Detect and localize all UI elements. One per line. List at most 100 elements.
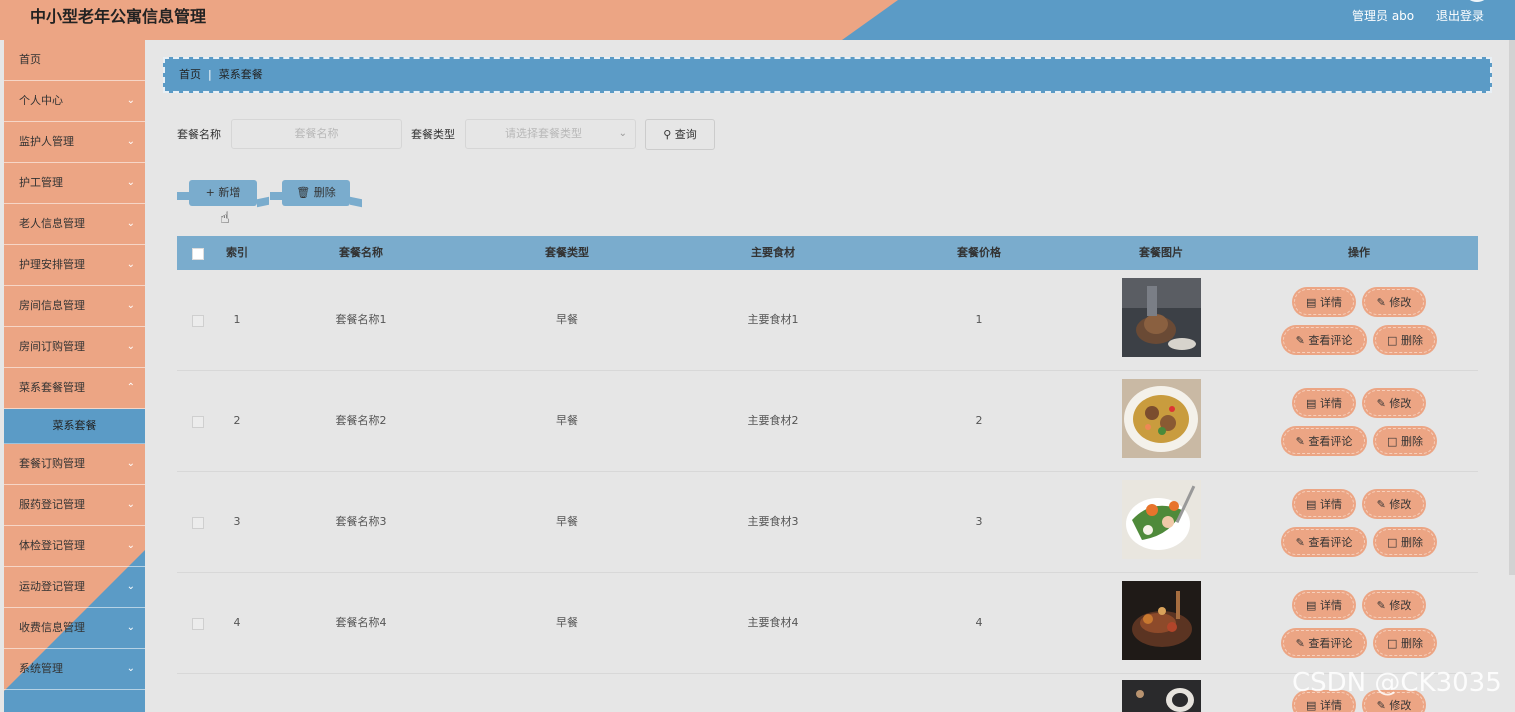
column-header-actions: 操作 [1348,246,1370,259]
row-delete-button[interactable]: □ 删除 [1375,327,1435,353]
logout-link[interactable]: 退出登录 [1436,8,1484,24]
chevron-down-icon: ⌄ [126,259,135,270]
sidebar-item-system[interactable]: 系统管理 ⌄ [4,649,145,690]
sidebar-item-label: 系统管理 [19,662,63,675]
scrollbar[interactable] [1509,40,1515,575]
chevron-down-icon: ⌄ [126,136,135,147]
detail-button-label: 详情 [1319,599,1342,612]
pencil-icon: ✎ [1295,435,1305,448]
detail-button[interactable]: ▤ 详情 [1294,592,1354,618]
cell-type: 早餐 [556,414,578,427]
detail-button[interactable]: ▤ 详情 [1294,491,1354,517]
sidebar-item-care-schedule[interactable]: 护理安排管理 ⌄ [4,245,145,286]
detail-button-label: 详情 [1319,397,1342,410]
edit-button-label: 修改 [1389,498,1412,511]
sidebar-item-guardian[interactable]: 监护人管理 ⌄ [4,122,145,163]
detail-button[interactable]: ▤ 详情 [1294,289,1354,315]
table-row: ▤ 详情 ✎ 修改 [177,674,1478,712]
trash-icon: □ [1387,334,1398,347]
sidebar-item-label: 收费信息管理 [19,621,85,634]
row-delete-button-label: 删除 [1400,536,1423,549]
breadcrumb-current: 菜系套餐 [218,68,263,81]
row-delete-button[interactable]: □ 删除 [1375,630,1435,656]
chevron-down-icon: ⌄ [126,341,135,352]
sidebar-item-elder-info[interactable]: 老人信息管理 ⌄ [4,204,145,245]
view-comments-button[interactable]: ✎ 查看评论 [1283,529,1365,555]
query-button[interactable]: ⚲ 查询 [645,119,715,150]
row-delete-button[interactable]: □ 删除 [1375,529,1435,555]
row-checkbox[interactable] [192,517,204,529]
sidebar-item-meal-package[interactable]: 菜系套餐管理 ⌃ [4,368,145,409]
edit-button[interactable]: ✎ 修改 [1364,289,1424,315]
edit-button-label: 修改 [1389,296,1412,309]
pencil-icon: ✎ [1295,637,1305,650]
meal-image [1122,680,1201,712]
cell-type: 早餐 [556,616,578,629]
package-name-input[interactable]: 套餐名称 [231,119,402,149]
pencil-icon: ✎ [1376,699,1386,712]
meal-image [1122,379,1201,458]
cell-price: 4 [975,616,983,629]
chevron-down-icon: ⌄ [126,540,135,551]
detail-button-label: 详情 [1319,699,1342,712]
row-checkbox[interactable] [192,618,204,630]
pencil-icon: ✎ [1295,536,1305,549]
row-checkbox[interactable] [192,315,204,327]
sidebar-item-caregiver[interactable]: 护工管理 ⌄ [4,163,145,204]
edit-button[interactable]: ✎ 修改 [1364,390,1424,416]
select-all-checkbox[interactable] [192,248,204,260]
sidebar-subitem-meal-package[interactable]: 菜系套餐 [4,409,145,444]
row-delete-button[interactable]: □ 删除 [1375,428,1435,454]
sidebar-item-room-order[interactable]: 房间订购管理 ⌄ [4,327,145,368]
sidebar-item-label: 护理安排管理 [19,258,85,271]
trash-icon: 🗑 [296,186,311,199]
sidebar-item-checkup[interactable]: 体检登记管理 ⌄ [4,526,145,567]
detail-button[interactable]: ▤ 详情 [1294,390,1354,416]
sidebar-item-personal-center[interactable]: 个人中心 ⌄ [4,81,145,122]
cell-index: 2 [233,414,241,427]
view-comments-button[interactable]: ✎ 查看评论 [1283,630,1365,656]
row-checkbox[interactable] [192,416,204,428]
sidebar-item-home[interactable]: 首页 [4,40,145,81]
edit-button[interactable]: ✎ 修改 [1364,592,1424,618]
column-header-index: 索引 [226,246,248,259]
edit-button-label: 修改 [1389,397,1412,410]
cell-ingredients: 主要食材1 [747,313,799,326]
column-header-name: 套餐名称 [339,246,383,259]
sidebar-menu: 首页 个人中心 ⌄ 监护人管理 ⌄ 护工管理 ⌄ 老人信息管理 ⌄ 护理安排管理 ⌄ 房间… [4,40,145,690]
cell-index: 3 [233,515,241,528]
edit-button[interactable]: ✎ 修改 [1364,491,1424,517]
sidebar-item-label: 运动登记管理 [19,580,85,593]
breadcrumb-separator: | [208,68,212,81]
chevron-down-icon: ⌄ [126,95,135,106]
sidebar-item-billing[interactable]: 收费信息管理 ⌄ [4,608,145,649]
package-type-select[interactable]: 请选择套餐类型 ⌄ [465,119,636,149]
sidebar-item-label: 首页 [19,53,41,66]
view-comments-button[interactable]: ✎ 查看评论 [1283,327,1365,353]
top-header: 中小型老年公寓信息管理 管理员 abo 退出登录 [0,0,1515,40]
sidebar-item-room-info[interactable]: 房间信息管理 ⌄ [4,286,145,327]
pointer-cursor-icon: ☝ [220,208,230,227]
chevron-down-icon: ⌄ [126,581,135,592]
cell-price: 2 [975,414,983,427]
watermark: CSDN @CK3035 [1292,668,1502,698]
header-background [0,0,898,40]
sidebar-item-medication[interactable]: 服药登记管理 ⌄ [4,485,145,526]
detail-button-label: 详情 [1319,498,1342,511]
row-delete-button-label: 删除 [1400,637,1423,650]
cell-ingredients: 主要食材4 [747,616,799,629]
package-type-placeholder: 请选择套餐类型 [505,127,582,140]
app-title: 中小型老年公寓信息管理 [30,7,207,26]
row-delete-button-label: 删除 [1400,435,1423,448]
cell-type: 早餐 [556,515,578,528]
delete-button[interactable]: 🗑 删除 [282,180,350,206]
sidebar-item-label: 房间信息管理 [19,299,85,312]
breadcrumb-home[interactable]: 首页 [179,68,201,81]
view-comments-button[interactable]: ✎ 查看评论 [1283,428,1365,454]
row-delete-button-label: 删除 [1400,334,1423,347]
add-button[interactable]: + 新增 [189,180,257,206]
sidebar-item-exercise[interactable]: 运动登记管理 ⌄ [4,567,145,608]
sidebar-item-package-order[interactable]: 套餐订购管理 ⌄ [4,444,145,485]
document-icon: ▤ [1306,296,1317,309]
pencil-icon: ✎ [1376,498,1386,511]
